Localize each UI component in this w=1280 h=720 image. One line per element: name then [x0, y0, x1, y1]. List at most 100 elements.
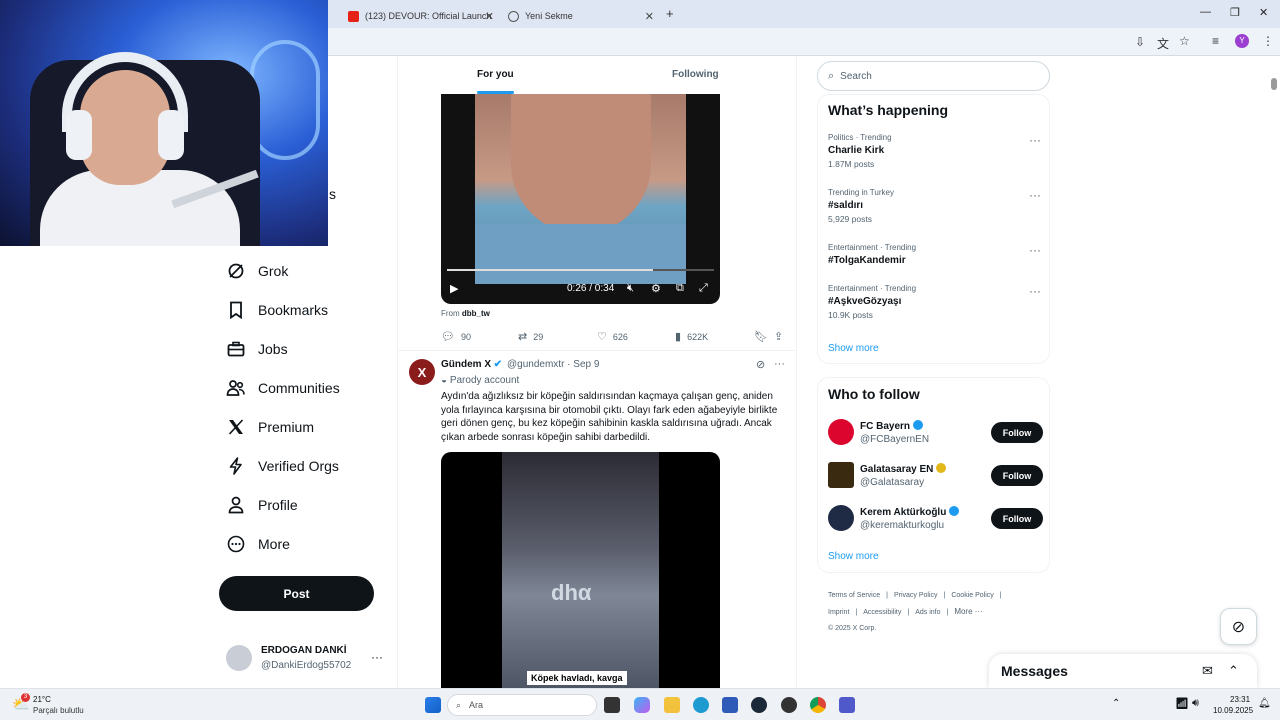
tweet-meta: @gundemxtr · Sep 9	[507, 359, 600, 370]
verified-badge-icon: ✔	[493, 359, 503, 370]
views-button[interactable]: ▮ 622K	[675, 330, 708, 343]
follow-button[interactable]: Follow	[991, 465, 1043, 486]
teams-icon[interactable]	[839, 697, 855, 713]
show-more-link[interactable]: Show more	[828, 551, 879, 562]
copilot-icon[interactable]	[634, 697, 650, 713]
tab-following[interactable]: Following	[672, 69, 719, 80]
chrome-icon[interactable]	[810, 697, 826, 713]
show-more-link[interactable]: Show more	[828, 343, 879, 354]
close-tab-icon[interactable]: ✕	[645, 10, 654, 23]
volume-icon[interactable]: 🔊︎	[1192, 697, 1199, 710]
grok-tweet-icon[interactable]: ⊘	[756, 358, 765, 371]
tweet-author-name[interactable]: Gündem X ✔	[441, 359, 502, 370]
like-count: 626	[612, 331, 628, 342]
follow-button[interactable]: Follow	[991, 508, 1043, 529]
messages-drawer[interactable]: Messages ✉ ⌃	[989, 654, 1257, 688]
install-app-icon[interactable]: ⇩	[1135, 35, 1145, 49]
clock-date[interactable]: 10.09.2025	[1213, 706, 1253, 715]
settings-icon[interactable]: ⚙	[651, 282, 661, 295]
trend-item[interactable]: Entertainment · Trending #AşkveGözyaşı 1…	[828, 284, 1043, 320]
share-button[interactable]: ⇪	[774, 330, 789, 343]
page-scrollbar[interactable]	[1271, 60, 1277, 688]
edge-icon[interactable]	[693, 697, 709, 713]
video-progress-bar[interactable]	[447, 269, 714, 271]
steam-icon[interactable]	[751, 697, 767, 713]
follow-suggestion[interactable]: Galatasaray EN @Galatasaray Follow	[828, 462, 1043, 492]
tab-for-you[interactable]: For you	[477, 69, 514, 80]
trend-more-icon[interactable]: ···	[1029, 133, 1041, 147]
trend-name: Charlie Kirk	[828, 145, 885, 156]
store-icon[interactable]	[722, 697, 738, 713]
footer-link[interactable]: Terms of Service	[828, 592, 880, 599]
tray-chevron-icon[interactable]: ⌃	[1112, 698, 1120, 709]
search-input[interactable]: ⌕ Search	[817, 61, 1050, 91]
tweet-more-icon[interactable]: ···	[774, 358, 785, 370]
notification-icon[interactable]: 🔔︎	[1258, 698, 1271, 709]
avatar[interactable]: X	[409, 359, 435, 385]
account-switcher[interactable]: ERDOGAN DANKİ @DankiErdog55702 ···	[226, 642, 386, 676]
trend-more-icon[interactable]: ···	[1029, 188, 1041, 202]
close-tab-icon[interactable]: ✕	[485, 10, 494, 23]
browser-tab-new[interactable]: Yeni Sekme ✕	[500, 4, 660, 28]
close-window-icon[interactable]: ✕	[1259, 6, 1268, 19]
expand-icon[interactable]: ⌃	[1228, 663, 1239, 679]
footer-link[interactable]: Accessibility	[863, 609, 901, 616]
footer-more-link[interactable]: More ···	[954, 607, 982, 616]
trend-more-icon[interactable]: ···	[1029, 243, 1041, 257]
trend-item[interactable]: Entertainment · Trending #TolgaKandemir …	[828, 243, 1043, 266]
repost-button[interactable]: ⇄ 29	[518, 330, 543, 343]
mute-icon[interactable]: 🔇︎	[627, 282, 634, 295]
footer-link[interactable]: Privacy Policy	[894, 592, 938, 599]
scrollbar-thumb[interactable]	[1271, 78, 1277, 90]
browser-menu-icon[interactable]: ⋮	[1262, 34, 1274, 48]
nav-communities[interactable]: Communities	[226, 375, 340, 401]
file-explorer-icon[interactable]	[664, 697, 680, 713]
avatar	[226, 645, 252, 671]
trend-item[interactable]: Trending in Turkey #saldırı 5,929 posts …	[828, 188, 1043, 224]
new-message-icon[interactable]: ✉	[1202, 663, 1213, 679]
trend-item[interactable]: Politics · Trending Charlie Kirk 1.87M p…	[828, 133, 1043, 169]
like-button[interactable]: ♡ 626	[597, 330, 628, 343]
from-account-link[interactable]: dbb_tw	[462, 309, 490, 318]
nav-more[interactable]: More	[226, 531, 290, 557]
tweet-video-player[interactable]: dhα Köpek havladı, kavga	[441, 452, 720, 688]
follow-suggestion[interactable]: FC Bayern @FCBayernEN Follow	[828, 419, 1043, 449]
play-icon[interactable]: ▶	[450, 282, 458, 295]
game-launcher-icon[interactable]	[781, 697, 797, 713]
taskbar-search[interactable]: ⌕ Ara	[447, 694, 597, 716]
bookmark-button[interactable]: 🔖︎	[754, 330, 774, 343]
new-tab-button[interactable]: +	[666, 6, 674, 21]
restore-icon[interactable]: ❐	[1230, 6, 1240, 19]
browser-tab-youtube[interactable]: (123) DEVOUR: Official Launch ✕	[340, 4, 500, 28]
follow-suggestion[interactable]: Kerem Aktürkoğlu @keremakturkoglu Follow	[828, 505, 1043, 535]
bookmark-star-icon[interactable]: ☆	[1179, 34, 1190, 48]
footer-link[interactable]: Cookie Policy	[951, 592, 993, 599]
trend-more-icon[interactable]: ···	[1029, 284, 1041, 298]
footer-link[interactable]: Ads info	[915, 609, 940, 616]
translate-icon[interactable]: 文	[1157, 35, 1169, 52]
fullscreen-icon[interactable]: ⤢	[699, 282, 708, 295]
follow-button[interactable]: Follow	[991, 422, 1043, 443]
profile-avatar[interactable]: Y	[1235, 34, 1249, 48]
reading-list-icon[interactable]: ≡	[1212, 34, 1219, 48]
account-more-icon[interactable]: ···	[371, 650, 383, 664]
nav-premium[interactable]: Premium	[226, 414, 314, 440]
start-icon[interactable]	[425, 697, 441, 713]
nav-profile[interactable]: Profile	[226, 492, 298, 518]
nav-jobs[interactable]: Jobs	[226, 336, 288, 362]
grok-floating-button[interactable]: ⊘	[1220, 608, 1257, 645]
clock-time[interactable]: 23:31	[1230, 695, 1250, 704]
tweet-video-player[interactable]: ▶ 0:26 / 0:34 🔇︎ ⚙ ⧉ ⤢	[441, 94, 720, 304]
nav-verified-orgs[interactable]: Verified Orgs	[226, 453, 339, 479]
minimize-icon[interactable]: —	[1200, 6, 1211, 18]
trend-count: 1.87M posts	[828, 159, 875, 169]
trend-count: 10.9K posts	[828, 310, 873, 320]
reply-button[interactable]: 💬︎ 90	[441, 330, 471, 343]
post-button[interactable]: Post	[219, 576, 374, 611]
network-icon[interactable]: 📶︎	[1175, 697, 1189, 710]
nav-bookmarks[interactable]: Bookmarks	[226, 297, 328, 323]
nav-grok[interactable]: Grok	[226, 258, 288, 284]
task-view-icon[interactable]	[604, 697, 620, 713]
footer-link[interactable]: Imprint	[828, 609, 849, 616]
pip-icon[interactable]: ⧉	[676, 282, 684, 295]
